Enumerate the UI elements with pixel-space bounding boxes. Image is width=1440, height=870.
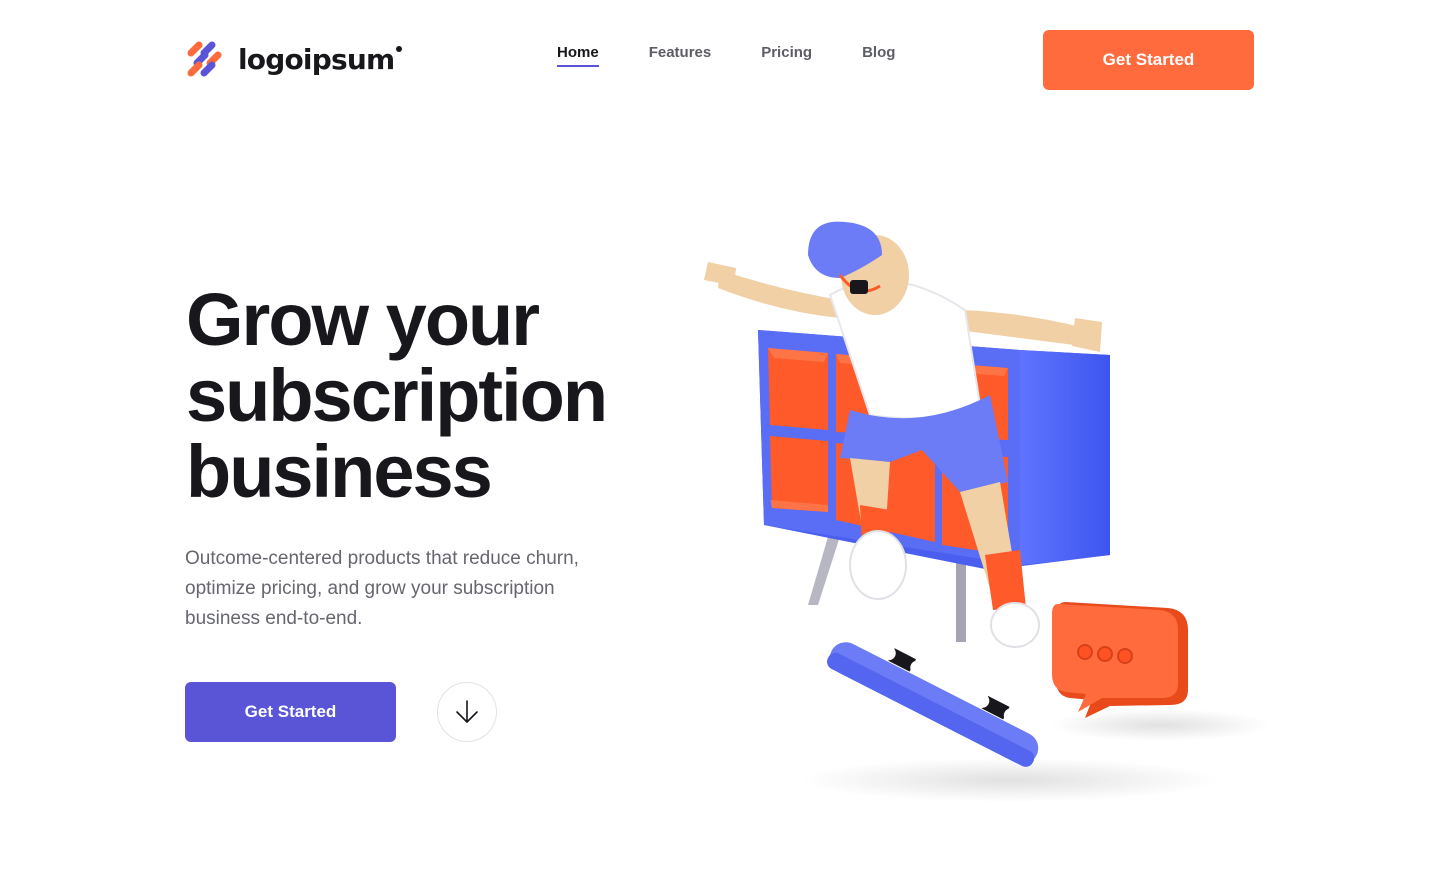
nav-item-blog[interactable]: Blog xyxy=(862,44,895,67)
nav-item-features[interactable]: Features xyxy=(649,44,712,67)
skater-3d-illustration xyxy=(704,221,1270,802)
logo-text: logoipsum xyxy=(238,43,403,76)
hero-title-line1: Grow your xyxy=(186,278,540,361)
header-get-started-button[interactable]: Get Started xyxy=(1043,30,1254,90)
landing-page: logoipsum Home Features Pricing Blog Get… xyxy=(0,0,1440,870)
nav-item-pricing[interactable]: Pricing xyxy=(761,44,812,67)
logo-mark-icon xyxy=(187,41,222,77)
arrow-down-icon xyxy=(456,700,478,723)
main-nav: Home Features Pricing Blog xyxy=(557,44,895,67)
hero-title-line2: subscription xyxy=(186,354,608,437)
scroll-down-button[interactable] xyxy=(437,682,497,742)
hero-title: Grow your subscription business xyxy=(186,282,706,510)
nav-item-home[interactable]: Home xyxy=(557,44,599,67)
logo[interactable]: logoipsum xyxy=(185,39,403,80)
chat-bubble-icon xyxy=(1052,602,1188,718)
hero-title-line3: business xyxy=(186,430,493,513)
hero-subtitle: Outcome-centered products that reduce ch… xyxy=(185,548,579,629)
logo-dot xyxy=(396,46,403,52)
hero-get-started-button[interactable]: Get Started xyxy=(185,682,396,742)
